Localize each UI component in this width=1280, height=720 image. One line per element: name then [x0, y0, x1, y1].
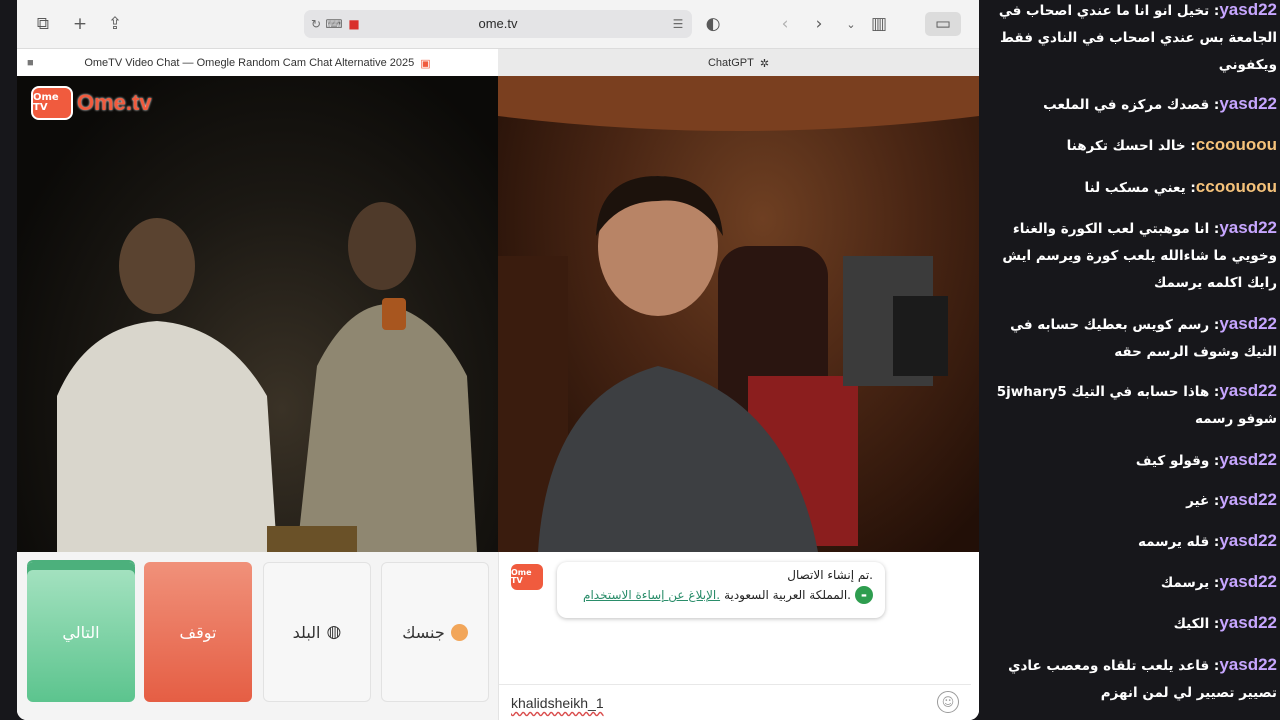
message-input[interactable]: khalidsheikh_1 ☺	[499, 684, 971, 720]
report-abuse-link[interactable]: .الإبلاغ عن إساءة الاستخدام	[583, 588, 720, 602]
tab-chatgpt[interactable]: ChatGPT ✲	[498, 49, 979, 77]
country-button[interactable]: البلد ◍	[263, 562, 371, 702]
address-bar[interactable]: ↻ ⌨ ■ ome.tv ☰	[304, 10, 692, 38]
system-message: .تم إنشاء الاتصال ▬ .المملكة العربية الس…	[557, 562, 885, 618]
url-text: ome.tv	[478, 16, 518, 31]
page-content: Ome TV Ome.tv التالي توقف البلد ◍ جنسك O…	[17, 76, 979, 720]
emoji-icon[interactable]: ☺	[937, 691, 959, 713]
reader-icon[interactable]: ☰	[670, 16, 686, 32]
sidebar-icon[interactable]: ▥	[867, 12, 891, 36]
stream-message: yasd22: يرسمك	[1160, 572, 1277, 591]
stranger-video-frame	[57, 202, 477, 552]
forward-icon[interactable]: ›	[807, 12, 831, 36]
stop-button-label: توقف	[179, 622, 217, 642]
stream-message: yasd22: هاذا حسابه في التيك 5jwhary5 شوف…	[996, 381, 1277, 427]
stream-message: yasd22: قاعد يلعب تلقاه ومعصب عادي تصيير…	[1008, 655, 1277, 701]
browser-window: ⧉ + ⇪ ↻ ⌨ ■ ome.tv ☰ ◐ ‹ › ⌄ ▥ ▭ ■ OmeTV…	[17, 0, 979, 720]
ometv-favicon-icon: ▣	[420, 57, 431, 70]
stop-button[interactable]: توقف	[144, 562, 252, 702]
country-text: .المملكة العربية السعودية	[724, 588, 851, 602]
self-video-frame	[498, 76, 979, 552]
stream-message: yasd22: غير	[1186, 490, 1277, 509]
chat-controls: التالي توقف البلد ◍ جنسك	[17, 552, 498, 720]
chatgpt-favicon-icon: ✲	[759, 57, 770, 70]
privacy-shield-icon[interactable]: ◐	[701, 12, 725, 36]
back-icon[interactable]: ‹	[773, 12, 797, 36]
share-icon[interactable]: ⇪	[103, 12, 127, 36]
person-icon	[450, 623, 468, 641]
stream-message: yasd22: الكيك	[1173, 613, 1277, 632]
next-button-label: التالي	[62, 622, 100, 642]
stream-message: yasd22: قله يرسمه	[1138, 531, 1277, 550]
text-chat: Ome TV .تم إنشاء الاتصال ▬ .المملكة العر…	[498, 552, 979, 720]
new-tab-icon[interactable]: +	[68, 12, 92, 36]
tab-title: OmeTV Video Chat — Omegle Random Cam Cha…	[84, 57, 415, 69]
stream-message: yasd22: انا موهبتي لعب الكورة والغناء وخ…	[1002, 218, 1277, 291]
browser-toolbar: ⧉ + ⇪ ↻ ⌨ ■ ome.tv ☰ ◐ ‹ › ⌄ ▥ ▭	[17, 0, 979, 48]
connected-text: .تم إنشاء الاتصال	[787, 568, 873, 582]
gender-button[interactable]: جنسك	[381, 562, 489, 702]
stream-message: yasd22: قصدك مركزه في الملعب	[1043, 94, 1277, 113]
tab-bar: ■ OmeTV Video Chat — Omegle Random Cam C…	[17, 48, 979, 77]
stream-message: yasd22: رسم كويس بعطيك حسابه في التيك وش…	[1010, 314, 1277, 360]
gender-button-label: جنسك	[402, 622, 445, 642]
stream-message: yasd22: وقولو كيف	[1135, 450, 1277, 469]
self-video	[498, 76, 979, 552]
tab-overview-icon[interactable]: ⧉	[31, 12, 55, 36]
camera-icon: ■	[27, 57, 34, 69]
message-input-value: khalidsheikh_1	[511, 695, 604, 711]
saudi-flag-icon: ▬	[855, 586, 873, 604]
stream-message: yasd22: تخيل انو انا ما عندي اصحاب في ال…	[998, 0, 1277, 73]
ometv-chat-logo-icon: Ome TV	[511, 564, 543, 590]
country-button-label: البلد	[292, 622, 321, 642]
stream-message: ccoouoou: يعني مسكب لنا	[1084, 177, 1277, 196]
chevron-down-icon[interactable]: ⌄	[839, 12, 863, 36]
globe-icon: ◍	[326, 622, 342, 642]
stranger-video: Ome TV Ome.tv	[17, 76, 498, 552]
next-button[interactable]: التالي	[27, 562, 135, 702]
stream-message: ccoouoou: خالد احسك تكرهنا	[1066, 135, 1277, 154]
tab-group-icon[interactable]: ▭	[925, 12, 961, 36]
tab-title: ChatGPT	[707, 57, 754, 69]
tab-ometv[interactable]: ■ OmeTV Video Chat — Omegle Random Cam C…	[17, 49, 498, 77]
stream-chat: yasd22: تخيل انو انا ما عندي اصحاب في ال…	[979, 0, 1280, 720]
